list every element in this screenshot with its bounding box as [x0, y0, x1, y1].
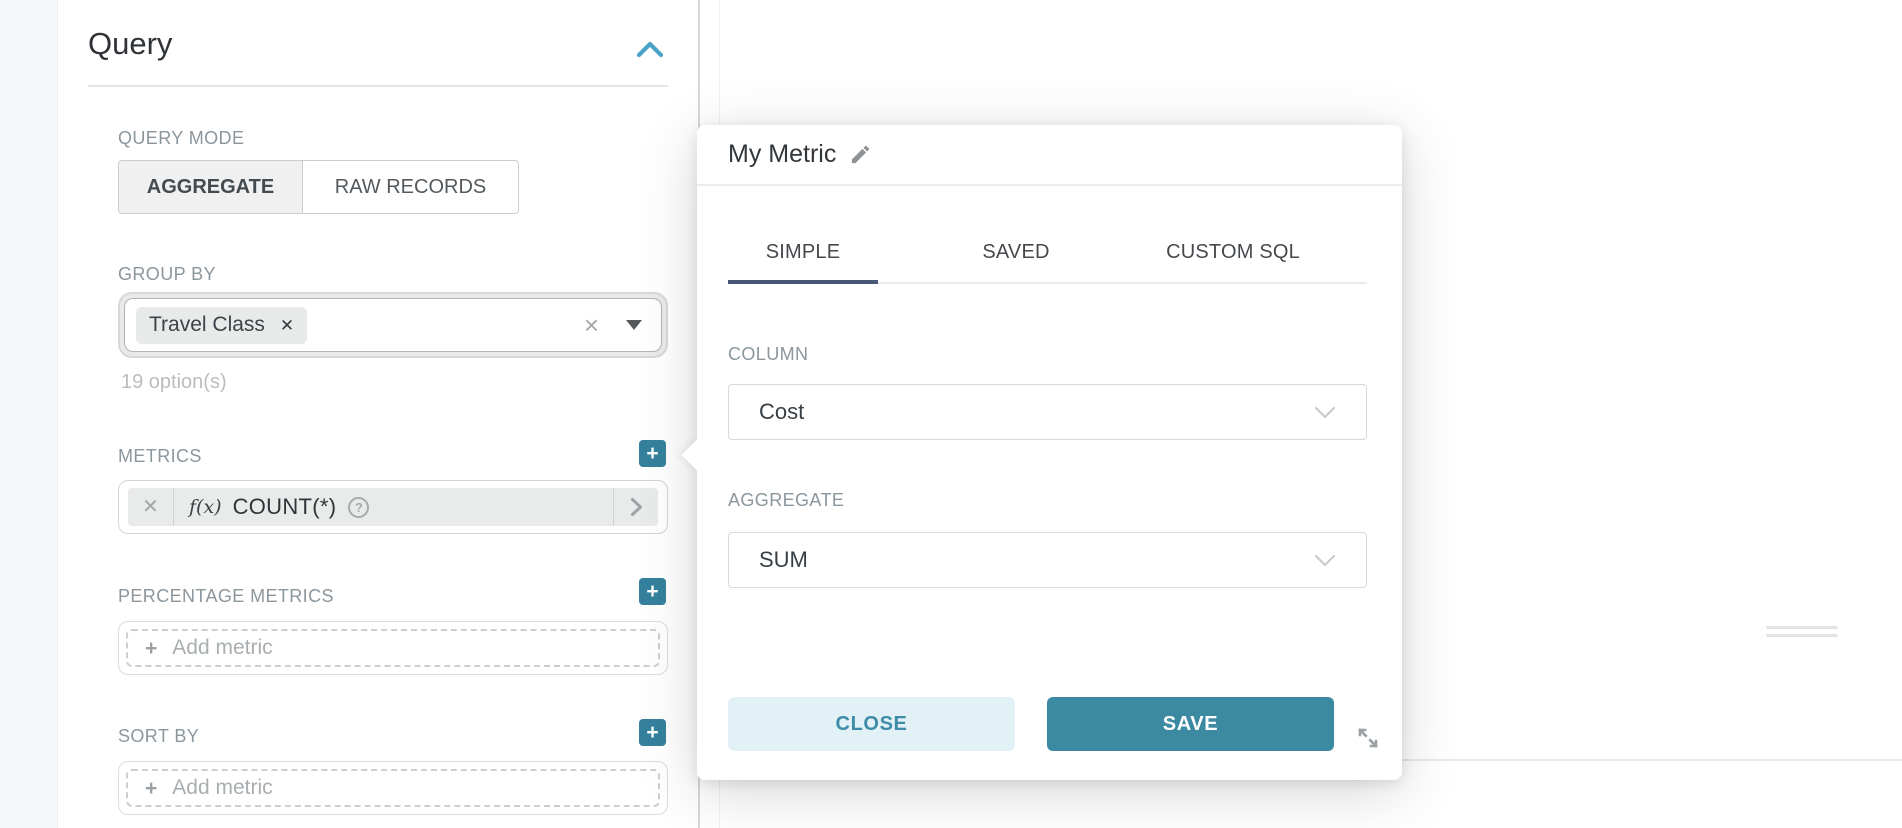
plus-icon: +: [145, 638, 157, 659]
aggregate-mode-button[interactable]: AGGREGATE: [118, 160, 303, 214]
popover-header: My Metric: [697, 125, 1402, 186]
add-sort-by-metric-button[interactable]: + Add metric: [126, 769, 660, 807]
percentage-metrics-dropzone: + Add metric: [118, 621, 668, 675]
sort-by-label: SORT BY: [118, 726, 199, 747]
metric-edit-popover: My Metric SIMPLE SAVED CUSTOM SQL COLUMN…: [697, 125, 1402, 780]
drag-handle-bar: [1766, 626, 1838, 629]
popover-tabs: SIMPLE SAVED CUSTOM SQL: [728, 223, 1367, 284]
clear-select-icon[interactable]: ×: [584, 312, 599, 338]
add-sort-by-plus-button[interactable]: +: [639, 719, 666, 746]
chevron-down-icon: [1314, 554, 1336, 567]
tab-simple[interactable]: SIMPLE: [728, 241, 878, 264]
popover-arrow: [681, 439, 712, 470]
function-icon: f(x): [189, 496, 222, 518]
add-percentage-metric-button[interactable]: + Add metric: [126, 629, 660, 667]
tab-custom-sql[interactable]: CUSTOM SQL: [1143, 241, 1323, 264]
collapse-section-button[interactable]: [630, 32, 670, 66]
expand-metric-icon[interactable]: [613, 488, 658, 526]
metrics-label: METRICS: [118, 446, 202, 467]
popover-title: My Metric: [728, 140, 836, 169]
add-metric-placeholder: Add metric: [172, 636, 272, 660]
column-select[interactable]: Cost: [728, 384, 1367, 440]
metric-name: COUNT(*): [233, 494, 337, 520]
help-icon[interactable]: ?: [348, 497, 369, 518]
section-divider: [88, 85, 668, 87]
options-count: 19 option(s): [121, 371, 227, 394]
group-by-label: GROUP BY: [118, 264, 216, 285]
chevron-up-icon: [635, 39, 665, 59]
plus-icon: +: [145, 778, 157, 799]
diagonal-resize-icon: [1354, 724, 1382, 752]
query-section-title: Query: [88, 26, 172, 62]
query-mode-toggle: AGGREGATE RAW RECORDS: [118, 160, 519, 214]
group-by-select[interactable]: Travel Class ✕ ×: [118, 292, 668, 358]
selected-tag-label: Travel Class: [149, 313, 265, 337]
query-mode-label: QUERY MODE: [118, 128, 244, 149]
add-metric-button[interactable]: +: [639, 440, 666, 467]
column-label: COLUMN: [728, 344, 808, 365]
group-by-select-field: Travel Class ✕ ×: [124, 298, 662, 352]
save-button[interactable]: SAVE: [1047, 697, 1334, 751]
aggregate-label: AGGREGATE: [728, 490, 844, 511]
tag-remove-icon[interactable]: ✕: [280, 317, 294, 334]
metric-item[interactable]: ✕ f(x) COUNT(*) ?: [118, 480, 668, 534]
selected-tag: Travel Class ✕: [136, 307, 307, 344]
aggregate-select[interactable]: SUM: [728, 532, 1367, 588]
chart-builder-screen: { "colors": { "teal": "#35819D", "save_b…: [0, 0, 1902, 828]
column-select-value: Cost: [759, 399, 1314, 425]
sort-by-dropzone: + Add metric: [118, 761, 668, 815]
chevron-down-icon: [1314, 406, 1336, 419]
pane-divider-line: [1402, 759, 1902, 761]
pane-drag-handle[interactable]: [1766, 626, 1838, 642]
add-percentage-metric-plus-button[interactable]: +: [639, 578, 666, 605]
tab-saved[interactable]: SAVED: [941, 241, 1091, 264]
select-caret-icon[interactable]: [626, 320, 642, 330]
close-button[interactable]: CLOSE: [728, 697, 1015, 751]
raw-records-mode-button[interactable]: RAW RECORDS: [303, 160, 519, 214]
aggregate-select-value: SUM: [759, 547, 1314, 573]
add-metric-placeholder: Add metric: [172, 776, 272, 800]
drag-handle-bar: [1766, 634, 1838, 637]
edit-title-pencil-icon[interactable]: [849, 143, 872, 166]
resize-popover-handle[interactable]: [1351, 721, 1385, 755]
remove-metric-icon[interactable]: ✕: [128, 488, 174, 526]
left-gutter: [0, 0, 58, 828]
active-tab-underline: [728, 280, 878, 284]
metric-pill: ✕ f(x) COUNT(*) ?: [128, 488, 658, 526]
percentage-metrics-label: PERCENTAGE METRICS: [118, 586, 334, 607]
